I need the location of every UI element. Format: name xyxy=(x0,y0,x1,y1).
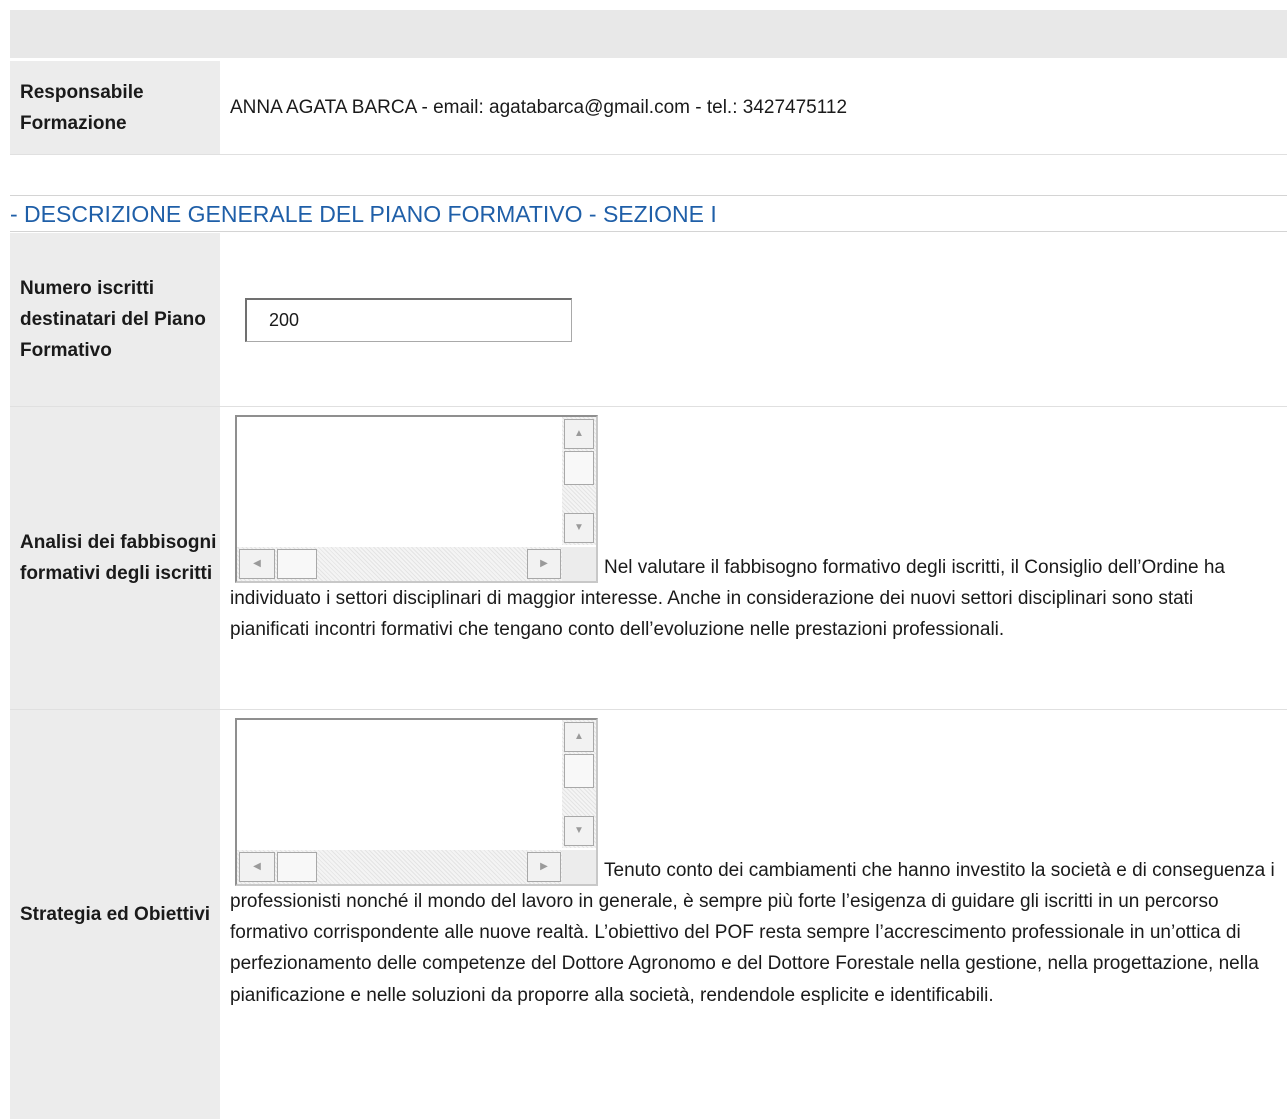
scroll-thumb-horizontal[interactable] xyxy=(277,852,317,882)
horizontal-scrollbar[interactable]: ◀ ▶ xyxy=(237,547,562,581)
responsabile-label: Responsabile Formazione xyxy=(10,61,220,154)
scroll-thumb-vertical[interactable] xyxy=(564,754,594,788)
scroll-left-icon[interactable]: ◀ xyxy=(239,549,275,579)
responsabile-value: ANNA AGATA BARCA - email: agatabarca@gma… xyxy=(230,97,848,118)
strategia-textarea[interactable]: ▲ ▼ ◀ ▶ xyxy=(235,718,598,886)
analisi-label: Analisi dei fabbisogni formativi degli i… xyxy=(10,407,220,709)
analisi-row: Analisi dei fabbisogni formativi degli i… xyxy=(10,407,1287,710)
numero-iscritti-cell: 200 xyxy=(220,233,1287,406)
scroll-thumb-vertical[interactable] xyxy=(564,451,594,485)
scroll-right-icon[interactable]: ▶ xyxy=(527,852,561,882)
numero-iscritti-input[interactable]: 200 xyxy=(245,297,572,342)
strategia-textarea-box[interactable]: ▲ ▼ ◀ ▶ xyxy=(235,718,598,886)
scroll-thumb-horizontal[interactable] xyxy=(277,549,317,579)
scroll-corner xyxy=(562,547,596,581)
scroll-corner xyxy=(562,850,596,884)
strategia-row: Strategia ed Obiettivi ▲ ▼ ◀ ▶ Tenuto co… xyxy=(10,710,1287,1119)
analisi-textarea[interactable]: ▲ ▼ ◀ ▶ xyxy=(235,415,598,583)
strategia-cell: ▲ ▼ ◀ ▶ Tenuto conto dei cambiamenti che… xyxy=(220,710,1287,1119)
scroll-up-icon[interactable]: ▲ xyxy=(564,419,594,449)
scroll-down-icon[interactable]: ▼ xyxy=(564,816,594,846)
numero-iscritti-row: Numero iscritti destinatari del Piano Fo… xyxy=(10,233,1287,407)
scroll-right-icon[interactable]: ▶ xyxy=(527,549,561,579)
vertical-scrollbar[interactable]: ▲ ▼ xyxy=(562,720,596,848)
form-page: Responsabile Formazione ANNA AGATA BARCA… xyxy=(0,0,1287,1119)
numero-iscritti-label: Numero iscritti destinatari del Piano Fo… xyxy=(10,233,220,406)
horizontal-scrollbar[interactable]: ◀ ▶ xyxy=(237,850,562,884)
analisi-cell: ▲ ▼ ◀ ▶ Nel valutare il fabbisogno forma… xyxy=(220,407,1287,709)
scroll-left-icon[interactable]: ◀ xyxy=(239,852,275,882)
top-header-band xyxy=(10,10,1287,58)
vertical-scrollbar[interactable]: ▲ ▼ xyxy=(562,417,596,545)
section-title: - DESCRIZIONE GENERALE DEL PIANO FORMATI… xyxy=(10,195,1287,232)
analisi-textarea-box[interactable]: ▲ ▼ ◀ ▶ xyxy=(235,415,598,583)
responsabile-row: Responsabile Formazione ANNA AGATA BARCA… xyxy=(10,61,1287,155)
scroll-up-icon[interactable]: ▲ xyxy=(564,722,594,752)
strategia-label: Strategia ed Obiettivi xyxy=(10,710,220,1119)
scroll-down-icon[interactable]: ▼ xyxy=(564,513,594,543)
